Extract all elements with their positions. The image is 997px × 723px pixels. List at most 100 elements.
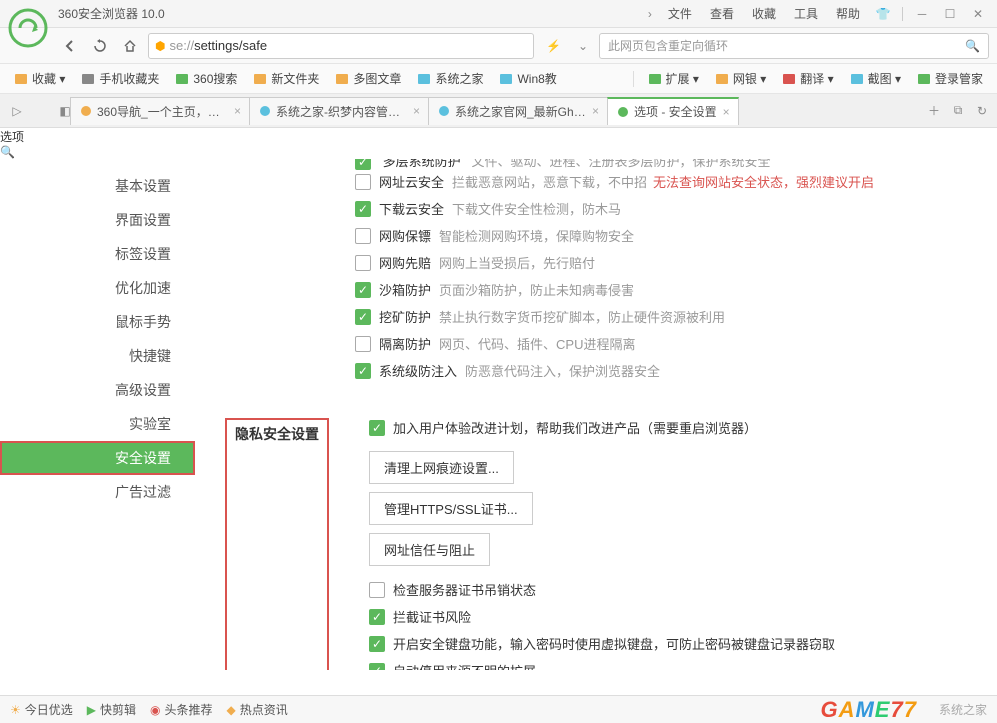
- settings-sidebar: 基本设置界面设置标签设置优化加速鼠标手势快捷键高级设置实验室安全设置广告过滤: [0, 159, 195, 670]
- core-check-7[interactable]: 系统级防注入防恶意代码注入，保护浏览器安全: [355, 361, 977, 380]
- sidebar-item-1[interactable]: 界面设置: [0, 203, 195, 237]
- bookmark-new-folder[interactable]: 新文件夹: [247, 68, 325, 89]
- checkbox-icon[interactable]: [355, 174, 371, 190]
- menu-file[interactable]: 文件: [660, 5, 700, 22]
- tab-close-icon[interactable]: ×: [723, 105, 730, 119]
- news-icon: ◉: [150, 703, 160, 717]
- privacy-button-0[interactable]: 清理上网痕迹设置...: [369, 451, 514, 484]
- bookmark-bank[interactable]: 网银 ▾: [709, 68, 772, 89]
- checkbox-icon[interactable]: [355, 282, 371, 298]
- watermark: GAME77: [820, 697, 917, 723]
- sidebar-item-5[interactable]: 快捷键: [0, 339, 195, 373]
- status-headlines[interactable]: ◉头条推荐: [150, 701, 213, 718]
- sidebar-item-8[interactable]: 安全设置: [0, 441, 195, 475]
- skin-icon[interactable]: 👕: [870, 4, 896, 24]
- privacy-button-1[interactable]: 管理HTTPS/SSL证书...: [369, 492, 533, 525]
- url-input[interactable]: ⬢ se://settings/safe: [148, 33, 534, 59]
- status-hotspot[interactable]: ◆热点资讯: [227, 701, 288, 718]
- checkbox-icon[interactable]: [355, 336, 371, 352]
- bookmark-screenshot[interactable]: 截图 ▾: [844, 68, 907, 89]
- search-icon[interactable]: 🔍: [965, 39, 980, 53]
- checkbox-icon[interactable]: [369, 420, 385, 436]
- page-content: 选项 🔍 基本设置界面设置标签设置优化加速鼠标手势快捷键高级设置实验室安全设置广…: [0, 128, 997, 695]
- menu-chevron-icon[interactable]: ›: [642, 7, 658, 21]
- settings-search[interactable]: 🔍: [0, 145, 997, 159]
- checkbox-icon[interactable]: [369, 663, 385, 671]
- back-button[interactable]: [58, 34, 82, 58]
- menu-view[interactable]: 查看: [702, 5, 742, 22]
- page-header: 选项 🔍: [0, 128, 997, 159]
- restore-tab-icon[interactable]: ↻: [971, 100, 993, 122]
- sidebar-item-0[interactable]: 基本设置: [0, 169, 195, 203]
- search-icon: 🔍: [0, 145, 15, 159]
- privacy-check-3[interactable]: 自动停用来源不明的扩展: [369, 661, 977, 670]
- tab-3[interactable]: 选项 - 安全设置×: [607, 97, 739, 125]
- menu-tools[interactable]: 工具: [786, 5, 826, 22]
- minimize-button[interactable]: ─: [909, 4, 935, 24]
- privacy-button-2[interactable]: 网址信任与阻止: [369, 533, 490, 566]
- core-check-1[interactable]: 下载云安全下载文件安全性检测，防木马: [355, 199, 977, 218]
- core-check-3[interactable]: 网购先赔网购上当受损后，先行赔付: [355, 253, 977, 272]
- tab-close-icon[interactable]: ×: [413, 104, 420, 118]
- checkbox-icon[interactable]: [369, 636, 385, 652]
- folder-icon: [850, 72, 864, 86]
- folder-icon: [499, 72, 513, 86]
- tab-list-icon[interactable]: ◧: [52, 104, 78, 118]
- checkbox-icon[interactable]: [355, 363, 371, 379]
- status-quickcut[interactable]: ▶快剪辑: [87, 701, 136, 718]
- privacy-check-2[interactable]: 开启安全键盘功能，输入密码时使用虚拟键盘，可防止密码被键盘记录器窃取: [369, 634, 977, 653]
- bolt-icon[interactable]: ⚡: [546, 39, 561, 53]
- sidebar-item-2[interactable]: 标签设置: [0, 237, 195, 271]
- tab-close-icon[interactable]: ×: [592, 104, 599, 118]
- bookmark-xtzj[interactable]: 系统之家: [411, 68, 489, 89]
- menu-favorites[interactable]: 收藏: [744, 5, 784, 22]
- sidebar-item-4[interactable]: 鼠标手势: [0, 305, 195, 339]
- sidebar-toggle-icon[interactable]: ▷: [4, 104, 30, 118]
- checkbox-icon[interactable]: [369, 582, 385, 598]
- privacy-top-check[interactable]: 加入用户体验改进计划，帮助我们改进产品（需要重启浏览器）: [369, 418, 977, 437]
- folder-icon: [782, 72, 796, 86]
- url-dropdown-icon[interactable]: ⌄: [573, 39, 593, 53]
- bookmark-favorites[interactable]: 收藏 ▾: [8, 68, 71, 89]
- status-today[interactable]: ☀ 今日优选: [10, 701, 73, 718]
- bookmark-360-search[interactable]: 360搜索: [169, 68, 243, 89]
- checkbox-icon[interactable]: [355, 309, 371, 325]
- section-core-security: 核心安全防护 网址云安全拦截恶意网站，恶意下载，不中招无法查询网站安全状态，强烈…: [225, 159, 977, 388]
- tab-favicon-icon: [258, 104, 272, 118]
- core-check-2[interactable]: 网购保镖智能检测网购环境，保障购物安全: [355, 226, 977, 245]
- checkbox-icon[interactable]: [369, 609, 385, 625]
- new-tab-button[interactable]: ＋: [923, 100, 945, 122]
- tab-2[interactable]: 系统之家官网_最新Ghost X×: [428, 97, 608, 125]
- duplicate-tab-icon[interactable]: ⧉: [947, 100, 969, 122]
- sidebar-item-9[interactable]: 广告过滤: [0, 475, 195, 509]
- core-check-6[interactable]: 隔离防护网页、代码、插件、CPU进程隔离: [355, 334, 977, 353]
- close-button[interactable]: ✕: [965, 4, 991, 24]
- checkbox-icon[interactable]: [355, 255, 371, 271]
- core-check-4[interactable]: 沙箱防护页面沙箱防护，防止未知病毒侵害: [355, 280, 977, 299]
- tab-close-icon[interactable]: ×: [234, 104, 241, 118]
- privacy-check-1[interactable]: 拦截证书风险: [369, 607, 977, 626]
- reload-button[interactable]: [88, 34, 112, 58]
- tab-0[interactable]: 360导航_一个主页，整个世…×: [70, 97, 250, 125]
- sidebar-item-6[interactable]: 高级设置: [0, 373, 195, 407]
- folder-icon: [175, 72, 189, 86]
- privacy-check-0[interactable]: 检查服务器证书吊销状态: [369, 580, 977, 599]
- bookmark-multi-img[interactable]: 多图文章: [329, 68, 407, 89]
- core-check-0[interactable]: 网址云安全拦截恶意网站，恶意下载，不中招无法查询网站安全状态，强烈建议开启: [355, 172, 977, 191]
- bookmark-win8[interactable]: Win8教: [493, 68, 562, 89]
- menu-help[interactable]: 帮助: [828, 5, 868, 22]
- bookmark-mobile-fav[interactable]: 手机收藏夹: [75, 68, 165, 89]
- maximize-button[interactable]: ☐: [937, 4, 963, 24]
- bookmark-translate[interactable]: 翻译 ▾: [776, 68, 839, 89]
- checkbox-icon[interactable]: [355, 201, 371, 217]
- bookmark-login-mgr[interactable]: 登录管家: [911, 68, 989, 89]
- search-box[interactable]: 此网页包含重定向循环 🔍: [599, 33, 989, 59]
- home-button[interactable]: [118, 34, 142, 58]
- bookmarks-bar: 收藏 ▾手机收藏夹360搜索新文件夹多图文章系统之家Win8教 扩展 ▾网银 ▾…: [0, 64, 997, 94]
- checkbox-icon[interactable]: [355, 228, 371, 244]
- sidebar-item-3[interactable]: 优化加速: [0, 271, 195, 305]
- tab-1[interactable]: 系统之家-织梦内容管理系统×: [249, 97, 429, 125]
- bookmark-extensions[interactable]: 扩展 ▾: [642, 68, 705, 89]
- core-check-5[interactable]: 挖矿防护禁止执行数字货币挖矿脚本，防止硬件资源被利用: [355, 307, 977, 326]
- sidebar-item-7[interactable]: 实验室: [0, 407, 195, 441]
